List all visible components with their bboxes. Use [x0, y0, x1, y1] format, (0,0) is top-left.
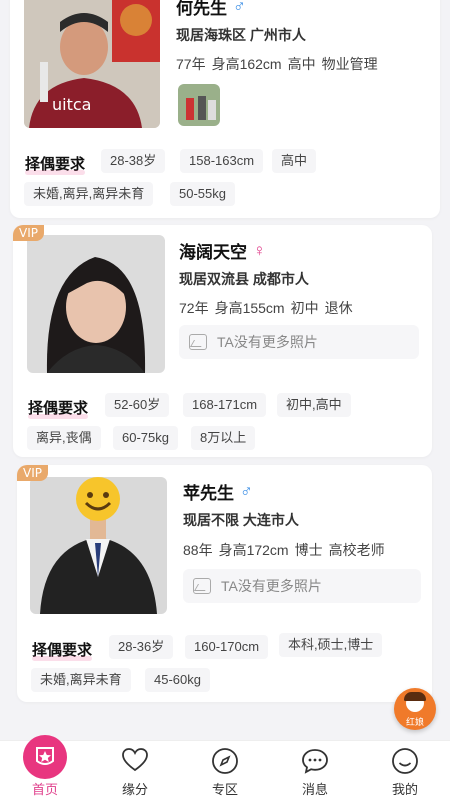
- requirement-tag: 未婚,离异未育: [31, 668, 131, 692]
- tab-label: 缘分: [121, 782, 148, 797]
- female-icon: ♀: [253, 240, 266, 260]
- extra-photo-thumb[interactable]: [178, 84, 220, 126]
- requirements-title: 择偶要求: [25, 153, 86, 175]
- matchmaker-button[interactable]: 红娘: [394, 688, 436, 730]
- tab-fate[interactable]: 缘分: [90, 741, 180, 800]
- requirement-tag: 45-60kg: [145, 668, 210, 692]
- home-star-icon: [23, 735, 67, 779]
- requirement-tag: 未婚,离异,离异未育: [24, 182, 154, 206]
- requirement-tag: 52-60岁: [105, 393, 170, 417]
- profile-photo[interactable]: [30, 477, 167, 614]
- requirement-tag: 158-163cm: [180, 149, 264, 173]
- bottom-tab-bar: 首页 缘分 专区 消息 我的: [0, 735, 450, 800]
- tab-zone[interactable]: 专区: [180, 741, 270, 800]
- no-more-photos: TA没有更多照片: [179, 325, 419, 359]
- profile-card[interactable]: VIP 苹先生 ♂ 现居不限 大连市人 88年 身高172cm 博士 高校老师 TA没…: [17, 465, 432, 702]
- profile-feed[interactable]: uitca 何先生 ♂ 现居海珠区 广州市人 77年 身高162cm 高中 物业管理 …: [0, 0, 450, 740]
- tab-label: 首页: [31, 782, 58, 797]
- requirement-tag: 28-36岁: [109, 635, 174, 659]
- tab-label: 消息: [301, 782, 328, 797]
- profile-name: 苹先生: [183, 484, 234, 503]
- profile-location: 现居双流县 成都市人: [179, 271, 309, 287]
- no-more-photos: TA没有更多照片: [183, 569, 421, 603]
- profile-location: 现居不限 大连市人: [183, 512, 299, 528]
- requirement-tag: 160-170cm: [185, 635, 269, 659]
- requirements-title: 择偶要求: [28, 397, 89, 419]
- tab-messages[interactable]: 消息: [270, 741, 360, 800]
- vip-badge: VIP: [17, 465, 48, 481]
- profile-card[interactable]: VIP 海阔天空 ♀ 现居双流县 成都市人 72年 身高155cm 初中 退休 TA没…: [13, 225, 432, 457]
- profile-meta: 88年 身高172cm 博士 高校老师: [183, 542, 385, 558]
- profile-photo[interactable]: [27, 235, 165, 373]
- requirements-title: 择偶要求: [32, 639, 93, 661]
- requirement-tag: 28-38岁: [101, 149, 166, 173]
- tab-label: 专区: [211, 782, 238, 797]
- profile-name: 何先生: [176, 0, 227, 18]
- requirement-tag: 初中,高中: [277, 393, 351, 417]
- heart-icon: [122, 748, 148, 772]
- requirement-tag: 168-171cm: [183, 393, 267, 417]
- profile-meta: 77年 身高162cm 高中 物业管理: [176, 56, 378, 72]
- image-placeholder-icon: [189, 334, 207, 350]
- male-icon: ♂: [240, 481, 253, 501]
- chat-icon: [302, 749, 328, 774]
- profile-meta: 72年 身高155cm 初中 退休: [179, 300, 353, 316]
- requirement-tag: 60-75kg: [113, 426, 178, 450]
- requirement-tag: 50-55kg: [170, 182, 235, 206]
- tab-mine[interactable]: 我的: [360, 741, 450, 800]
- requirement-tag: 本科,硕士,博士: [279, 633, 383, 657]
- svg-text:uitca: uitca: [52, 95, 91, 114]
- profile-location: 现居海珠区 广州市人: [176, 27, 306, 43]
- requirement-tag: 离异,丧偶: [27, 426, 101, 450]
- smile-icon: [392, 748, 418, 774]
- requirement-tag: 高中: [272, 149, 317, 173]
- male-icon: ♂: [233, 0, 246, 16]
- tab-home[interactable]: 首页: [0, 735, 90, 800]
- profile-name: 海阔天空: [179, 243, 247, 262]
- matchmaker-icon: [404, 692, 426, 712]
- profile-card[interactable]: uitca 何先生 ♂ 现居海珠区 广州市人 77年 身高162cm 高中 物业管理 …: [10, 0, 440, 218]
- vip-badge: VIP: [13, 225, 44, 241]
- profile-photo[interactable]: uitca: [24, 0, 160, 128]
- image-placeholder-icon: [193, 578, 211, 594]
- requirement-tag: 8万以上: [191, 426, 256, 450]
- compass-icon: [212, 748, 238, 774]
- tab-label: 我的: [391, 782, 418, 797]
